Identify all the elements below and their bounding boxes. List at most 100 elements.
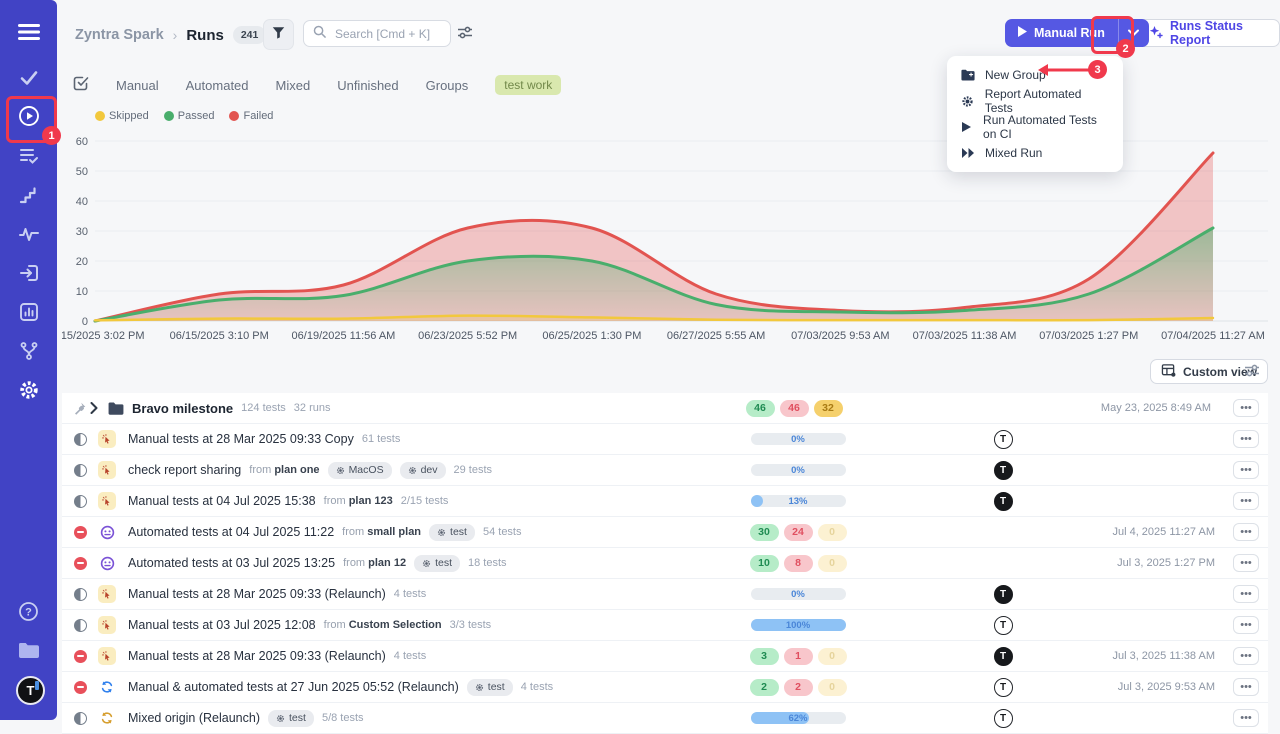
search-settings-sliders-icon[interactable] [457, 25, 473, 45]
import-run-icon[interactable] [0, 261, 57, 285]
table-row-group[interactable]: Bravo milestone 124 tests 32 runs 46 46 … [62, 393, 1268, 424]
projects-folder-icon[interactable] [0, 638, 57, 662]
tab-manual[interactable]: Manual [116, 78, 159, 93]
run-title[interactable]: check report sharing [128, 463, 241, 477]
tests-count: 5/8 tests [322, 712, 364, 724]
table-row[interactable]: check report sharing from plan oneMacOSd… [62, 455, 1268, 486]
assignee-avatar[interactable]: T [994, 461, 1013, 480]
assignee-avatar[interactable]: T [994, 430, 1013, 449]
tests-count: 4 tests [394, 588, 426, 600]
expand-chevron-icon[interactable] [90, 402, 108, 414]
run-title[interactable]: Automated tests at 03 Jul 2025 13:25 [128, 556, 335, 570]
row-menu-button[interactable]: ••• [1233, 709, 1259, 727]
help-icon[interactable]: ? [0, 599, 57, 623]
assignee-avatar[interactable]: T [994, 585, 1013, 604]
sidebar-avatar[interactable]: T [16, 676, 45, 705]
table-row[interactable]: Manual tests at 03 Jul 2025 12:08 from C… [62, 610, 1268, 641]
manual-run-button[interactable]: Manual Run [1005, 19, 1119, 47]
test-cases-check-icon[interactable] [0, 66, 57, 90]
runs-status-report-button[interactable]: Runs Status Report [1137, 19, 1280, 47]
run-title[interactable]: Manual tests at 28 Mar 2025 09:33 Copy [128, 432, 354, 446]
status-in-progress-icon [74, 619, 87, 632]
table-row[interactable]: Manual tests at 04 Jul 2025 15:38 from p… [62, 486, 1268, 517]
menu-item-report-automated-tests[interactable]: Report Automated Tests [947, 88, 1123, 114]
runs-play-circle-icon[interactable] [0, 104, 57, 128]
svg-text:?: ? [25, 606, 32, 618]
tab-mixed[interactable]: Mixed [276, 78, 311, 93]
search-box[interactable] [303, 20, 451, 47]
run-source: from plan 12 [343, 557, 406, 569]
assignee-avatar[interactable]: T [994, 678, 1013, 697]
assignee-avatar[interactable]: T [994, 492, 1013, 511]
menu-icon[interactable] [0, 20, 57, 44]
table-row[interactable]: Mixed origin (Relaunch) test 5/8 tests 6… [62, 703, 1268, 734]
table-row[interactable]: Automated tests at 04 Jul 2025 11:22 fro… [62, 517, 1268, 548]
run-title[interactable]: Manual tests at 28 Mar 2025 09:33 (Relau… [128, 649, 386, 663]
row-menu-button[interactable]: ••• [1233, 585, 1259, 603]
test-plans-list-icon[interactable] [0, 144, 57, 168]
annotation-badge-2: 2 [1116, 39, 1135, 58]
run-title[interactable]: Manual & automated tests at 27 Jun 2025 … [128, 680, 459, 694]
menu-item-run-automated-tests-ci[interactable]: Run Automated Tests on CI [947, 114, 1123, 140]
sparkles-icon [1149, 25, 1163, 42]
table-row[interactable]: Manual tests at 28 Mar 2025 09:33 (Relau… [62, 579, 1268, 610]
assignee-avatar[interactable]: T [994, 616, 1013, 635]
legend-passed: Passed [164, 110, 215, 122]
table-row[interactable]: Manual tests at 28 Mar 2025 09:33 Copy 6… [62, 424, 1268, 455]
svg-text:06/25/2025 1:30 PM: 06/25/2025 1:30 PM [542, 330, 641, 342]
row-menu-button[interactable]: ••• [1233, 647, 1259, 665]
failed-count-badge: 2 [784, 679, 813, 696]
env-badge: test [467, 679, 513, 696]
status-stopped-icon [74, 650, 87, 663]
run-date: Jul 3, 2025 1:27 PM [1123, 557, 1215, 569]
tests-count: 18 tests [468, 557, 507, 569]
reports-chart-icon[interactable] [0, 300, 57, 324]
select-runs-icon[interactable] [73, 75, 89, 96]
activity-pulse-icon[interactable] [0, 222, 57, 246]
assignee-avatar[interactable]: T [994, 647, 1013, 666]
row-menu-button[interactable]: ••• [1233, 554, 1259, 572]
mixed-run-type-icon [98, 678, 116, 696]
passed-count-badge: 2 [750, 679, 779, 696]
table-row[interactable]: Manual tests at 28 Mar 2025 09:33 (Relau… [62, 641, 1268, 672]
tab-automated[interactable]: Automated [186, 78, 249, 93]
run-title[interactable]: Manual tests at 03 Jul 2025 12:08 [128, 618, 316, 632]
row-menu-button[interactable]: ••• [1233, 430, 1259, 448]
tab-groups[interactable]: Groups [426, 78, 469, 93]
run-title[interactable]: Manual tests at 04 Jul 2025 15:38 [128, 494, 316, 508]
tab-unfinished[interactable]: Unfinished [337, 78, 398, 93]
active-filter-chip[interactable]: test work [495, 75, 561, 95]
run-title[interactable]: Manual tests at 28 Mar 2025 09:33 (Relau… [128, 587, 386, 601]
table-settings-sliders-icon[interactable] [1244, 363, 1260, 383]
failed-dot-icon [229, 111, 239, 121]
breadcrumb-project[interactable]: Zyntra Spark [75, 27, 164, 43]
row-menu-button[interactable]: ••• [1233, 461, 1259, 479]
svg-text:30: 30 [76, 226, 88, 238]
automated-run-type-icon [98, 523, 116, 541]
search-input[interactable] [333, 26, 441, 42]
run-title[interactable]: Mixed origin (Relaunch) [128, 711, 260, 725]
table-row[interactable]: Manual & automated tests at 27 Jun 2025 … [62, 672, 1268, 703]
row-menu-button[interactable]: ••• [1233, 616, 1259, 634]
progress-bar: 62% [751, 712, 846, 724]
run-title[interactable]: Automated tests at 04 Jul 2025 11:22 [128, 525, 334, 539]
menu-item-mixed-run[interactable]: Mixed Run [947, 140, 1123, 166]
group-title[interactable]: Bravo milestone [132, 401, 233, 416]
settings-gear-icon[interactable] [0, 378, 57, 402]
row-menu-button[interactable]: ••• [1233, 399, 1259, 417]
filter-button[interactable] [263, 19, 294, 50]
row-menu-button[interactable]: ••• [1233, 523, 1259, 541]
svg-text:06/27/2025 5:55 AM: 06/27/2025 5:55 AM [667, 330, 765, 342]
milestones-steps-icon[interactable] [0, 183, 57, 207]
row-menu-button[interactable]: ••• [1233, 678, 1259, 696]
svg-text:07/03/2025 9:53 AM: 07/03/2025 9:53 AM [791, 330, 889, 342]
failed-count-badge: 8 [784, 555, 813, 572]
row-menu-button[interactable]: ••• [1233, 492, 1259, 510]
assignee-avatar[interactable]: T [994, 709, 1013, 728]
runs-count-badge: 241 [233, 26, 267, 44]
svg-text:06/23/2025 5:52 PM: 06/23/2025 5:52 PM [418, 330, 517, 342]
table-row[interactable]: Automated tests at 03 Jul 2025 13:25 fro… [62, 548, 1268, 579]
branch-icon[interactable] [0, 339, 57, 363]
env-badge: test [268, 710, 314, 727]
skipped-dot-icon [95, 111, 105, 121]
